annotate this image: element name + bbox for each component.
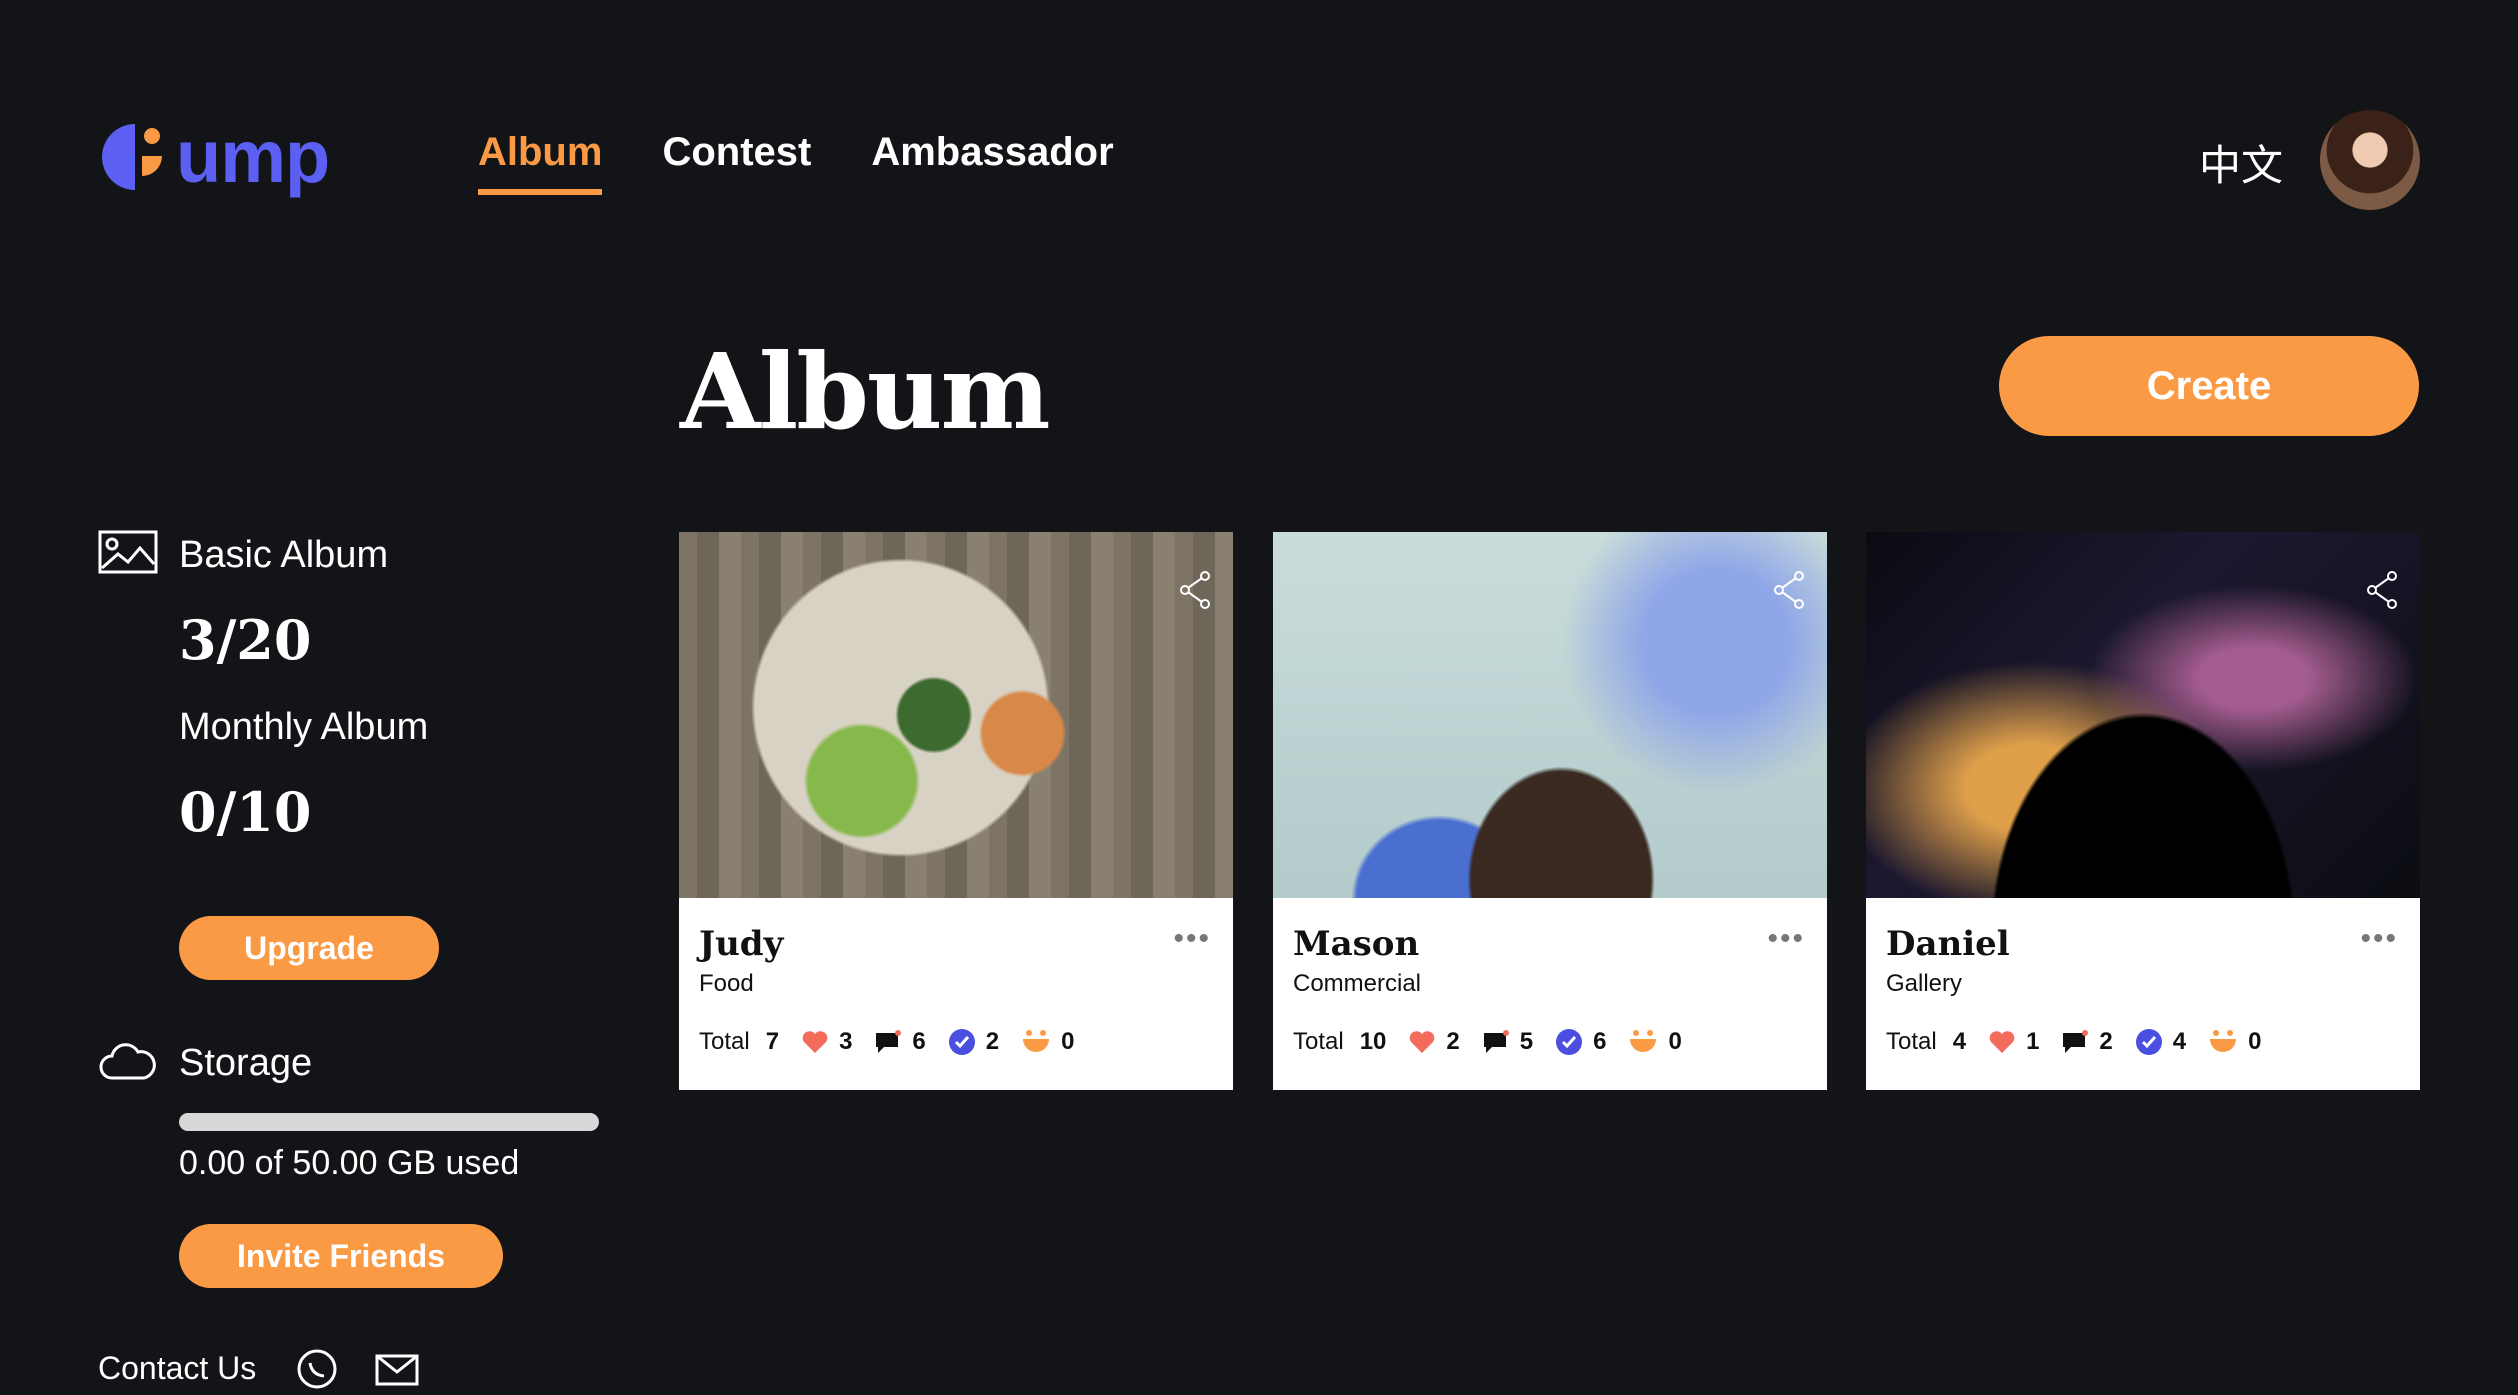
more-options-icon[interactable]: •••: [1767, 922, 1805, 956]
more-options-icon[interactable]: •••: [1173, 922, 1211, 956]
language-toggle[interactable]: 中文: [2199, 132, 2283, 193]
more-options-icon[interactable]: •••: [2360, 922, 2398, 956]
smile-icon: [2210, 1030, 2237, 1052]
album-card[interactable]: Daniel Gallery ••• Total 4 1 2 4 0: [1866, 532, 2420, 1090]
create-button[interactable]: Create: [1999, 336, 2419, 436]
image-icon: [98, 530, 158, 579]
comment-icon: [876, 1030, 902, 1053]
smiles-count: 0: [2248, 1028, 2262, 1055]
heart-icon: [1989, 1031, 2015, 1053]
album-owner-name: Daniel: [1886, 924, 2010, 964]
likes-count: 1: [2026, 1028, 2040, 1055]
basic-album-label: Basic Album: [179, 534, 389, 576]
total-label: Total: [699, 1028, 750, 1055]
check-icon: [948, 1029, 975, 1055]
contact-us-label: Contact Us: [98, 1350, 257, 1386]
avatar[interactable]: [2320, 110, 2420, 210]
album-category: Food: [699, 970, 754, 997]
total-label: Total: [1886, 1028, 1937, 1055]
nav-ambassador[interactable]: Ambassador: [871, 130, 1113, 195]
total-label: Total: [1293, 1028, 1344, 1055]
mail-icon[interactable]: [375, 1354, 419, 1391]
smiles-count: 0: [1668, 1028, 1682, 1055]
comment-icon: [2063, 1030, 2089, 1053]
nav-contest[interactable]: Contest: [662, 130, 811, 195]
album-stats: Total 7 3 6 2 0: [699, 1028, 1097, 1056]
logo[interactable]: ump: [98, 112, 330, 202]
album-stats: Total 10 2 5 6 0: [1293, 1028, 1704, 1056]
check-icon: [1556, 1029, 1583, 1055]
album-owner-name: Judy: [699, 924, 784, 964]
main-nav: Album Contest Ambassador: [478, 130, 1114, 195]
likes-count: 3: [839, 1028, 853, 1055]
storage-label: Storage: [179, 1042, 313, 1084]
album-card[interactable]: Judy Food ••• Total 7 3 6 2 0: [679, 532, 1233, 1090]
heart-icon: [802, 1031, 828, 1053]
album-cover-image: [679, 532, 1233, 898]
cloud-icon: [98, 1040, 158, 1087]
storage-text: 0.00 of 50.00 GB used: [179, 1144, 520, 1182]
whatsapp-icon[interactable]: [296, 1348, 338, 1395]
basic-album-count: 3/20: [179, 608, 312, 672]
comments-count: 2: [2099, 1028, 2113, 1055]
invite-friends-button[interactable]: Invite Friends: [179, 1224, 503, 1288]
logo-mark-icon: [102, 124, 162, 190]
comments-count: 5: [1519, 1028, 1534, 1055]
approved-count: 6: [1593, 1028, 1607, 1055]
share-icon[interactable]: [1177, 570, 1213, 610]
album-category: Gallery: [1886, 970, 1963, 997]
smiles-count: 0: [1061, 1028, 1075, 1055]
storage-bar: [179, 1113, 599, 1131]
heart-icon: [1410, 1031, 1435, 1053]
smile-icon: [1023, 1030, 1050, 1052]
total-count: 10: [1359, 1028, 1387, 1055]
share-icon[interactable]: [1771, 570, 1807, 610]
smile-icon: [1630, 1030, 1657, 1052]
approved-count: 2: [985, 1028, 1000, 1055]
album-cover-image: [1273, 532, 1827, 898]
album-cover-image: [1866, 532, 2420, 898]
album-card[interactable]: Mason Commercial ••• Total 10 2 5 6 0: [1273, 532, 1827, 1090]
album-owner-name: Mason: [1293, 924, 1420, 964]
nav-album[interactable]: Album: [478, 130, 603, 195]
album-stats: Total 4 1 2 4 0: [1886, 1028, 2284, 1056]
logo-text: ump: [176, 115, 330, 198]
likes-count: 2: [1446, 1028, 1460, 1055]
approved-count: 4: [2172, 1028, 2187, 1055]
check-icon: [2135, 1029, 2162, 1055]
page-title: Album: [680, 330, 1051, 453]
comments-count: 6: [912, 1028, 926, 1055]
album-category: Commercial: [1293, 970, 1422, 997]
share-icon[interactable]: [2364, 570, 2400, 610]
total-count: 4: [1952, 1028, 1967, 1055]
upgrade-button[interactable]: Upgrade: [179, 916, 439, 980]
comment-icon: [1483, 1030, 1509, 1053]
monthly-album-count: 0/10: [179, 780, 312, 844]
monthly-album-label: Monthly Album: [179, 706, 429, 748]
total-count: 7: [765, 1028, 780, 1055]
